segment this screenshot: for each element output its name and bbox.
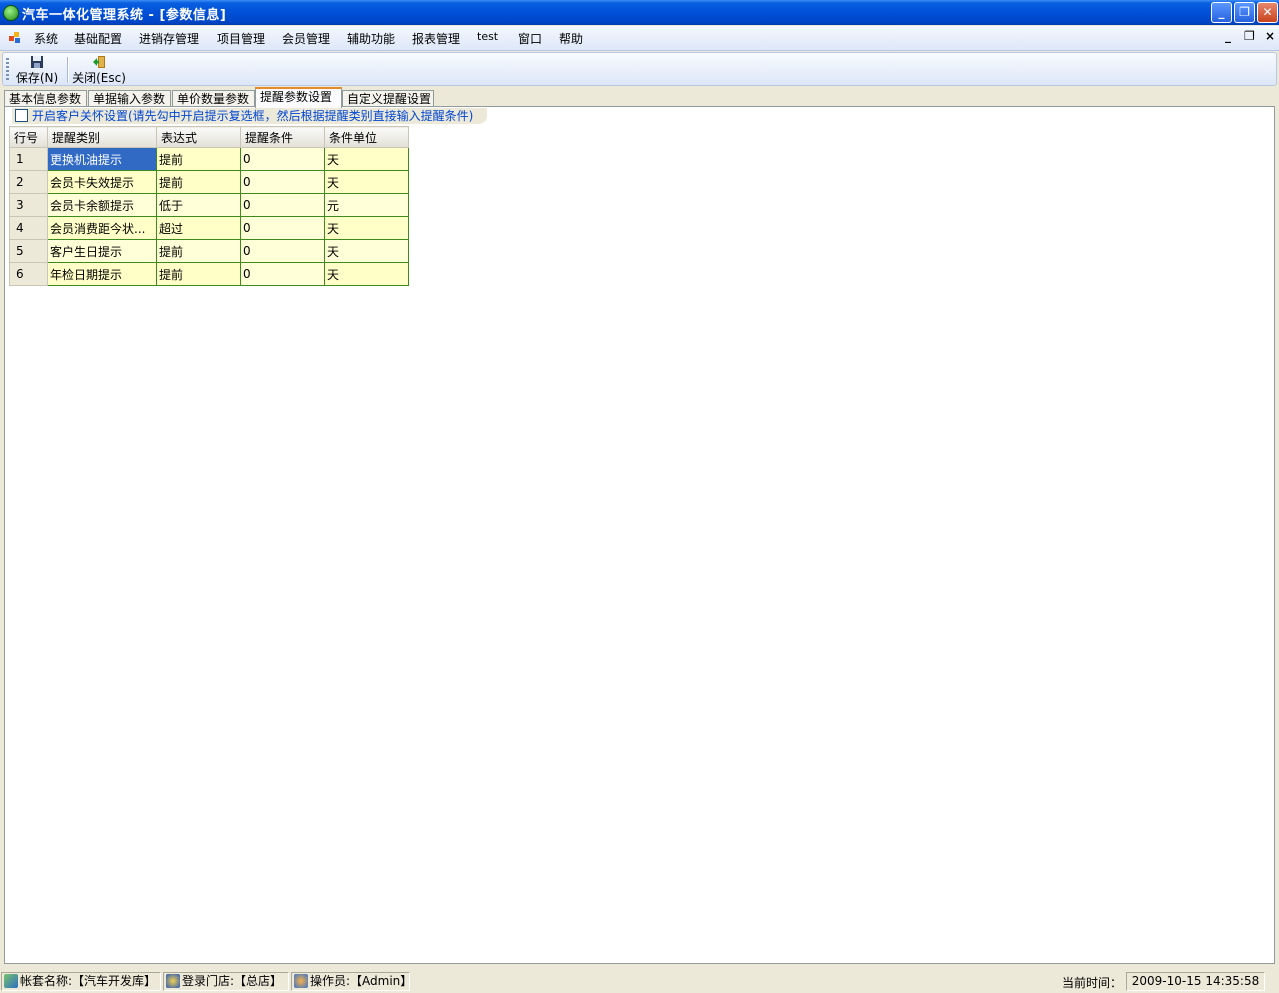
menu-auxiliary[interactable]: 辅助功能 <box>347 30 395 47</box>
tab-document-input[interactable]: 单据输入参数 <box>88 90 171 107</box>
cell-condition[interactable]: 0 <box>240 193 325 217</box>
store-user-icon <box>166 974 180 988</box>
column-header-unit[interactable]: 条件单位 <box>324 126 409 148</box>
toolbar-separator <box>67 57 69 83</box>
cell-unit[interactable]: 天 <box>324 239 409 263</box>
window-title: 汽车一体化管理系统 - [参数信息] <box>22 8 227 23</box>
cell-unit[interactable]: 天 <box>324 216 409 240</box>
tab-custom-reminder[interactable]: 自定义提醒设置 <box>342 90 434 107</box>
save-label: 保存(N) <box>15 71 59 85</box>
customer-care-checkbox[interactable] <box>15 109 28 122</box>
minimize-button[interactable]: _ <box>1211 2 1232 23</box>
menu-basic-config[interactable]: 基础配置 <box>74 30 122 47</box>
cell-expression[interactable]: 超过 <box>156 216 241 240</box>
close-button[interactable]: ✕ <box>1257 2 1278 23</box>
status-store: 登录门店:【总店】 <box>163 972 289 991</box>
menu-help[interactable]: 帮助 <box>559 30 583 47</box>
cell-type[interactable]: 会员消费距今状... <box>47 216 157 240</box>
restore-button[interactable]: ❐ <box>1234 2 1255 23</box>
status-account-text: 帐套名称:【汽车开发库】 <box>20 974 157 988</box>
tab-reminder-settings[interactable]: 提醒参数设置 <box>255 87 342 108</box>
row-number[interactable]: 1 <box>9 147 48 171</box>
cell-type[interactable]: 客户生日提示 <box>47 239 157 263</box>
window-title-bar[interactable]: 汽车一体化管理系统 - [参数信息] _ ❐ ✕ <box>0 0 1279 25</box>
account-book-icon <box>4 974 18 988</box>
save-disk-icon <box>31 56 43 68</box>
reminder-settings-panel: 开启客户关怀设置(请先勾中开启提示复选框，然后根据提醒类别直接输入提醒条件) 行… <box>4 106 1275 964</box>
status-store-text: 登录门店:【总店】 <box>182 974 283 988</box>
mdi-restore-button[interactable]: ❐ <box>1244 29 1255 43</box>
exit-door-icon <box>93 56 105 68</box>
cell-condition[interactable]: 0 <box>240 239 325 263</box>
cell-expression[interactable]: 低于 <box>156 193 241 217</box>
cell-type[interactable]: 更换机油提示 <box>47 147 157 171</box>
tab-price-quantity[interactable]: 单价数量参数 <box>172 90 255 107</box>
table-row[interactable]: 2 会员卡失效提示 提前 0 天 <box>9 170 409 194</box>
cell-type[interactable]: 会员卡失效提示 <box>47 170 157 194</box>
close-form-button[interactable]: 关闭(Esc) <box>71 55 127 86</box>
column-header-row-no[interactable]: 行号 <box>9 126 48 148</box>
cell-unit[interactable]: 天 <box>324 170 409 194</box>
cell-type[interactable]: 会员卡余额提示 <box>47 193 157 217</box>
status-operator-text: 操作员:【Admin】 <box>310 974 413 988</box>
table-row[interactable]: 3 会员卡余额提示 低于 0 元 <box>9 193 409 217</box>
cell-expression[interactable]: 提前 <box>156 170 241 194</box>
cell-condition[interactable]: 0 <box>240 262 325 286</box>
row-number[interactable]: 6 <box>9 262 48 286</box>
save-button[interactable]: 保存(N) <box>14 55 60 86</box>
toolbar-grip[interactable] <box>6 58 9 80</box>
customer-care-option[interactable]: 开启客户关怀设置(请先勾中开启提示复选框，然后根据提醒类别直接输入提醒条件) <box>12 108 488 124</box>
table-row[interactable]: 5 客户生日提示 提前 0 天 <box>9 239 409 263</box>
menu-project[interactable]: 项目管理 <box>217 30 265 47</box>
mdi-window-icon[interactable] <box>9 32 21 44</box>
menu-window[interactable]: 窗口 <box>518 30 542 47</box>
app-logo-icon <box>3 5 19 21</box>
tab-basic-info[interactable]: 基本信息参数 <box>4 90 87 107</box>
row-number[interactable]: 3 <box>9 193 48 217</box>
reminder-grid: 行号 提醒类别 表达式 提醒条件 条件单位 1 更换机油提示 提前 0 天 2 … <box>9 126 409 286</box>
menu-test[interactable]: test <box>477 30 498 43</box>
table-row[interactable]: 6 年检日期提示 提前 0 天 <box>9 262 409 286</box>
operator-users-icon <box>294 974 308 988</box>
cell-condition[interactable]: 0 <box>240 216 325 240</box>
mdi-close-button[interactable]: × <box>1265 29 1275 43</box>
status-bar: 帐套名称:【汽车开发库】 登录门店:【总店】 操作员:【Admin】 当前时间：… <box>0 968 1279 993</box>
menu-reports[interactable]: 报表管理 <box>412 30 460 47</box>
mdi-minimize-button[interactable]: _ <box>1225 29 1231 43</box>
close-form-label: 关闭(Esc) <box>72 71 126 85</box>
menu-inventory[interactable]: 进销存管理 <box>139 30 199 47</box>
cell-unit[interactable]: 天 <box>324 262 409 286</box>
status-time-value: 2009-10-15 14:35:58 <box>1126 972 1265 991</box>
row-number[interactable]: 2 <box>9 170 48 194</box>
row-number[interactable]: 5 <box>9 239 48 263</box>
cell-expression[interactable]: 提前 <box>156 239 241 263</box>
cell-expression[interactable]: 提前 <box>156 147 241 171</box>
cell-type[interactable]: 年检日期提示 <box>47 262 157 286</box>
toolbar: 保存(N) 关闭(Esc) <box>2 52 1277 86</box>
cell-condition[interactable]: 0 <box>240 170 325 194</box>
status-account: 帐套名称:【汽车开发库】 <box>1 972 161 991</box>
row-number[interactable]: 4 <box>9 216 48 240</box>
menu-bar: 系统 基础配置 进销存管理 项目管理 会员管理 辅助功能 报表管理 test 窗… <box>0 26 1279 51</box>
menu-system[interactable]: 系统 <box>34 30 58 47</box>
status-operator: 操作员:【Admin】 <box>291 972 413 991</box>
cell-unit[interactable]: 天 <box>324 147 409 171</box>
column-header-expression[interactable]: 表达式 <box>156 126 241 148</box>
table-row[interactable]: 1 更换机油提示 提前 0 天 <box>9 147 409 171</box>
cell-unit[interactable]: 元 <box>324 193 409 217</box>
customer-care-label: 开启客户关怀设置(请先勾中开启提示复选框，然后根据提醒类别直接输入提醒条件) <box>32 109 474 123</box>
status-time-label: 当前时间： <box>1062 976 1123 990</box>
column-header-condition[interactable]: 提醒条件 <box>240 126 325 148</box>
cell-expression[interactable]: 提前 <box>156 262 241 286</box>
menu-member[interactable]: 会员管理 <box>282 30 330 47</box>
column-header-type[interactable]: 提醒类别 <box>47 126 157 148</box>
cell-condition[interactable]: 0 <box>240 147 325 171</box>
table-row[interactable]: 4 会员消费距今状... 超过 0 天 <box>9 216 409 240</box>
